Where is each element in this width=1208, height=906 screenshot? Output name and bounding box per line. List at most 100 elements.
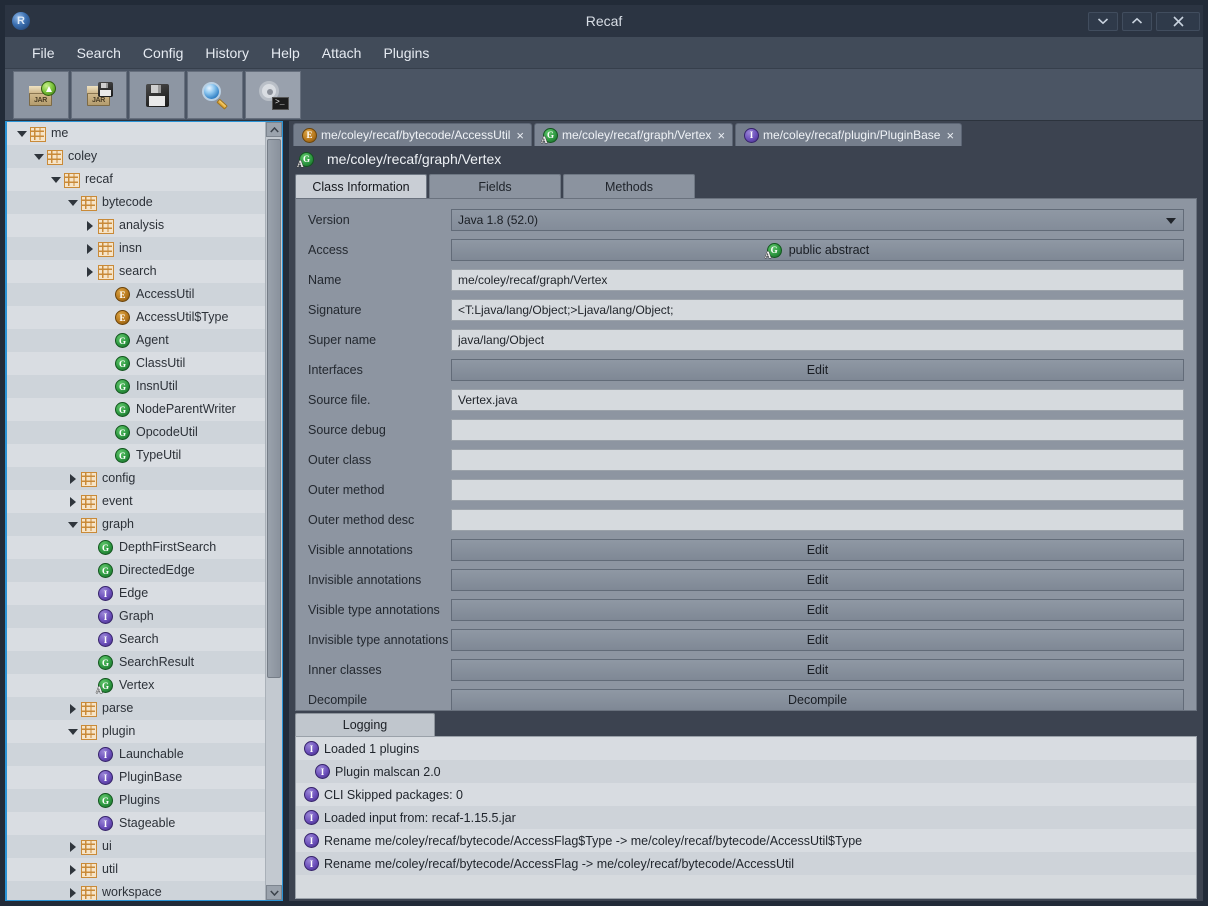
form-label: Outer method desc	[308, 513, 415, 527]
tree-twisty-closed[interactable]	[66, 881, 80, 900]
tree-twisty-closed[interactable]	[66, 858, 80, 881]
invisible-annotations-button[interactable]: Edit	[451, 569, 1184, 591]
tree-node-analysis[interactable]: analysis	[7, 214, 265, 237]
tree-twisty-open[interactable]	[66, 513, 80, 536]
tree-twisty-open[interactable]	[15, 122, 29, 145]
tree-twisty-closed[interactable]	[66, 490, 80, 513]
save-jar-button[interactable]	[71, 70, 127, 119]
menu-item-search[interactable]: Search	[66, 41, 132, 65]
scroll-up-button[interactable]	[266, 122, 282, 137]
save-button[interactable]	[129, 70, 185, 119]
workspace-tree[interactable]: me coley recaf bytecode analysis insn search E A…	[7, 122, 265, 900]
outer-method-desc-input[interactable]	[451, 509, 1184, 531]
tree-node-workspace[interactable]: workspace	[7, 881, 265, 900]
signature-input[interactable]	[451, 299, 1184, 321]
name-input[interactable]	[451, 269, 1184, 291]
maximize-button[interactable]	[1122, 11, 1152, 31]
tree-twisty-closed[interactable]	[83, 237, 97, 260]
package-icon	[80, 494, 97, 509]
tree-node-accessutil-type[interactable]: E AccessUtil$Type	[7, 306, 265, 329]
tree-node-launchable[interactable]: I Launchable	[7, 743, 265, 766]
tree-node-typeutil[interactable]: G TypeUtil	[7, 444, 265, 467]
invisible-type-annotations-button[interactable]: Edit	[451, 629, 1184, 651]
tree-node-directededge[interactable]: G DirectedEdge	[7, 559, 265, 582]
tree-node-accessutil[interactable]: E AccessUtil	[7, 283, 265, 306]
tree-node-nodeparentwriter[interactable]: G NodeParentWriter	[7, 398, 265, 421]
tree-twisty-closed[interactable]	[83, 214, 97, 237]
tree-node-parse[interactable]: parse	[7, 697, 265, 720]
outer-class-input[interactable]	[451, 449, 1184, 471]
source-file-input[interactable]	[451, 389, 1184, 411]
tree-node-search[interactable]: I Search	[7, 628, 265, 651]
tree-node-event[interactable]: event	[7, 490, 265, 513]
source-debug-input[interactable]	[451, 419, 1184, 441]
tree-twisty-open[interactable]	[66, 720, 80, 743]
visible-type-annotations-button[interactable]: Edit	[451, 599, 1184, 621]
version-dropdown[interactable]: Java 1.8 (52.0)	[451, 209, 1184, 231]
tree-twisty-closed[interactable]	[83, 260, 97, 283]
scrollbar-track[interactable]	[266, 137, 282, 885]
tree-node-plugins[interactable]: G Plugins	[7, 789, 265, 812]
visible-annotations-button[interactable]: Edit	[451, 539, 1184, 561]
tree-node-recaf[interactable]: recaf	[7, 168, 265, 191]
menu-item-history[interactable]: History	[194, 41, 260, 65]
scroll-down-button[interactable]	[266, 885, 282, 900]
menu-item-attach[interactable]: Attach	[311, 41, 373, 65]
access-button[interactable]: G A public abstract	[451, 239, 1184, 261]
tree-node-util[interactable]: util	[7, 858, 265, 881]
tab-logging[interactable]: Logging	[295, 713, 435, 736]
tree-node-graph[interactable]: graph	[7, 513, 265, 536]
menu-item-config[interactable]: Config	[132, 41, 194, 65]
close-icon[interactable]: ×	[716, 129, 726, 142]
menu-item-help[interactable]: Help	[260, 41, 311, 65]
tree-node-me[interactable]: me	[7, 122, 265, 145]
minimize-button[interactable]	[1088, 11, 1118, 31]
tree-node-vertex[interactable]: G A Vertex	[7, 674, 265, 697]
tree-twisty-open[interactable]	[32, 145, 46, 168]
tree-node-graph[interactable]: I Graph	[7, 605, 265, 628]
close-icon[interactable]: ×	[515, 129, 525, 142]
outer-method-input[interactable]	[451, 479, 1184, 501]
tree-node-opcodeutil[interactable]: G OpcodeUtil	[7, 421, 265, 444]
tree-node-edge[interactable]: I Edge	[7, 582, 265, 605]
tree-twisty-open[interactable]	[49, 168, 63, 191]
editor-tab[interactable]: Ime/coley/recaf/plugin/PluginBase ×	[735, 123, 963, 146]
tab-fields[interactable]: Fields	[429, 174, 561, 198]
tree-node-depthfirstsearch[interactable]: G DepthFirstSearch	[7, 536, 265, 559]
tree-scrollbar[interactable]	[265, 122, 282, 900]
tree-twisty-closed[interactable]	[66, 697, 80, 720]
tree-node-config[interactable]: config	[7, 467, 265, 490]
editor-tab[interactable]: G Ame/coley/recaf/graph/Vertex ×	[534, 123, 734, 146]
decompile-button[interactable]: Decompile	[451, 689, 1184, 710]
tree-node-pluginbase[interactable]: I PluginBase	[7, 766, 265, 789]
tree-node-agent[interactable]: G Agent	[7, 329, 265, 352]
tree-node-coley[interactable]: coley	[7, 145, 265, 168]
tab-class-information[interactable]: Class Information	[295, 174, 427, 198]
tree-node-bytecode[interactable]: bytecode	[7, 191, 265, 214]
tree-twisty-open[interactable]	[66, 191, 80, 214]
scrollbar-thumb[interactable]	[267, 139, 281, 678]
menu-item-file[interactable]: File	[21, 41, 66, 65]
tree-node-searchresult[interactable]: G SearchResult	[7, 651, 265, 674]
tree-node-insn[interactable]: insn	[7, 237, 265, 260]
tree-twisty-closed[interactable]	[66, 835, 80, 858]
config-terminal-button[interactable]	[245, 70, 301, 119]
tree-node-stageable[interactable]: I Stageable	[7, 812, 265, 835]
search-button[interactable]	[187, 70, 243, 119]
inner-classes-button[interactable]: Edit	[451, 659, 1184, 681]
interfaces-button[interactable]: Edit	[451, 359, 1184, 381]
tab-methods[interactable]: Methods	[563, 174, 695, 198]
close-button[interactable]	[1156, 11, 1200, 31]
close-icon[interactable]: ×	[945, 129, 955, 142]
super-name-input[interactable]	[451, 329, 1184, 351]
load-jar-button[interactable]	[13, 70, 69, 119]
tree-node-classutil[interactable]: G ClassUtil	[7, 352, 265, 375]
tree-node-plugin[interactable]: plugin	[7, 720, 265, 743]
tree-node-search[interactable]: search	[7, 260, 265, 283]
tree-node-insnutil[interactable]: G InsnUtil	[7, 375, 265, 398]
editor-tab[interactable]: Eme/coley/recaf/bytecode/AccessUtil ×	[293, 123, 533, 146]
logging-list[interactable]: I Loaded 1 plugins I Plugin malscan 2.0 I CLI…	[295, 736, 1197, 899]
tree-node-ui[interactable]: ui	[7, 835, 265, 858]
menu-item-plugins[interactable]: Plugins	[372, 41, 440, 65]
tree-twisty-closed[interactable]	[66, 467, 80, 490]
